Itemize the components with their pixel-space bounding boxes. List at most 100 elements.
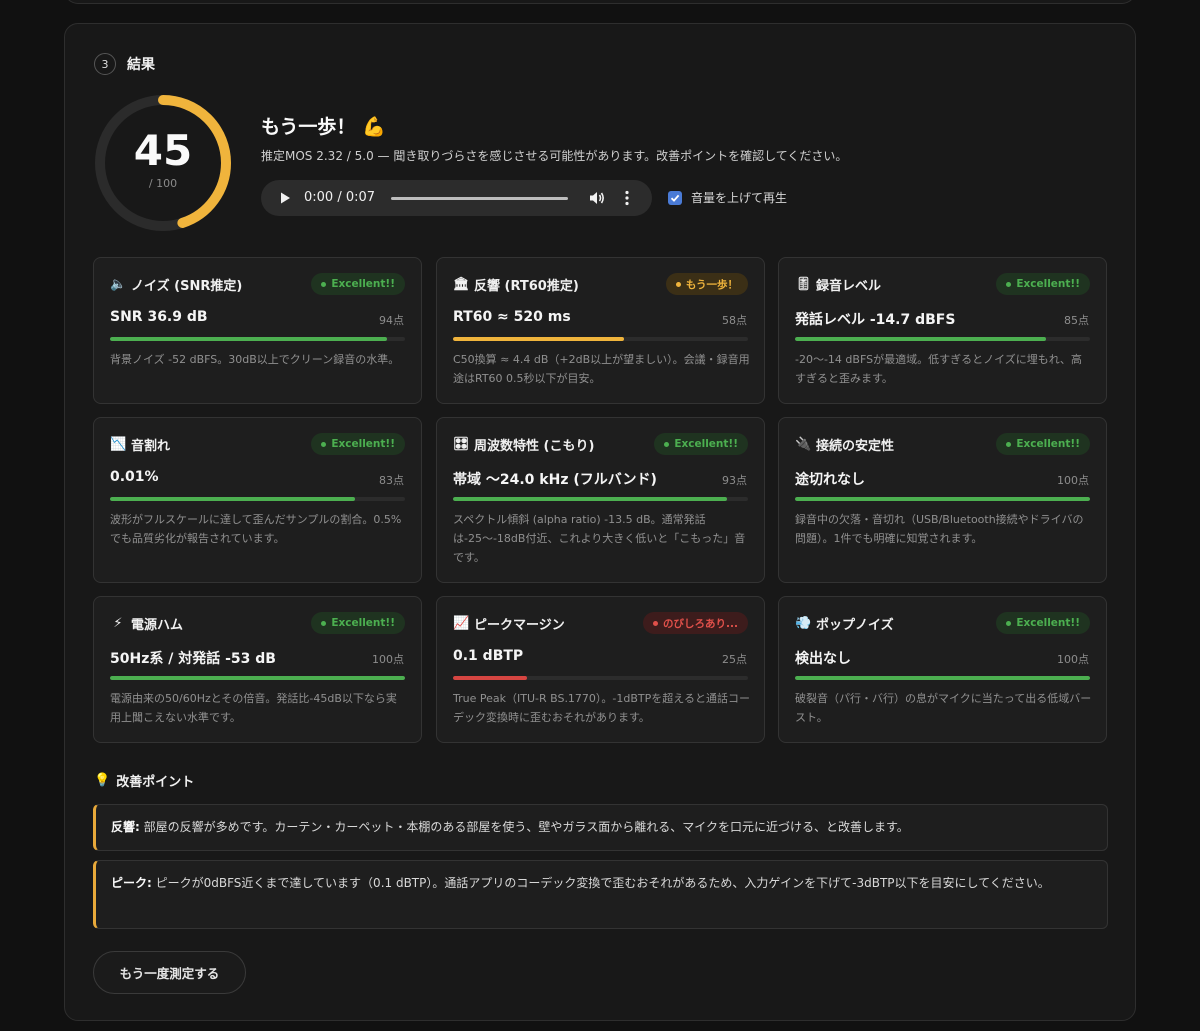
metric-score: 58点 (722, 314, 747, 327)
status-dot-icon (675, 281, 681, 287)
status-dot-icon (1006, 441, 1012, 447)
metric-progress-fill (453, 337, 625, 341)
metric-value: SNR 36.9 dB (110, 309, 208, 325)
metric-value: 発話レベル -14.7 dBFS (795, 312, 956, 328)
metric-score: 100点 (1057, 474, 1089, 487)
metric-value: 0.01% (110, 469, 159, 485)
metric-progress-fill (453, 676, 527, 680)
step-number: 3 (94, 53, 116, 75)
boost-volume-toggle[interactable]: 音量を上げて再生 (668, 189, 787, 206)
metric-title: 💨 ポップノイズ (795, 616, 894, 633)
metric-description: 波形がフルスケールに達して歪んだサンプルの割合。0.5%でも品質劣化が報告されて… (110, 513, 402, 545)
metric-card: 🎛 周波数特性 (こもり) Excellent!! 帯域 〜24.0 kHz (フルバ… (436, 417, 765, 583)
status-dot-icon (321, 441, 327, 447)
metric-card: 💨 ポップノイズ Excellent!! 検出なし 100点破裂音（パ行・バ行）の息がマ… (778, 596, 1107, 743)
metric-progress-bar (110, 497, 405, 501)
metric-badge: のびしろあり... (643, 612, 748, 634)
metric-progress-bar (795, 337, 1090, 341)
playback-time: 0:00 / 0:07 (304, 190, 376, 205)
metric-progress-fill (110, 676, 405, 680)
metric-icon: 📉 (110, 437, 127, 452)
metric-score: 100点 (372, 653, 404, 666)
boost-volume-checkbox[interactable] (668, 190, 682, 205)
metric-progress-bar (453, 337, 748, 341)
check-icon (670, 194, 680, 202)
boost-volume-label: 音量を上げて再生 (691, 191, 788, 205)
audio-player: 0:00 / 0:07 (261, 180, 652, 216)
metric-icon: ⚡ (113, 616, 123, 631)
score-gauge: 45 / 100 (93, 93, 233, 233)
metric-value: 検出なし (795, 651, 851, 667)
metric-value: 途切れなし (795, 472, 865, 488)
metric-score: 100点 (1057, 653, 1089, 666)
metric-title: 🏛 反響 (RT60推定) (453, 277, 579, 294)
score-value: 45 (133, 126, 193, 175)
metric-progress-fill (795, 676, 1090, 680)
metric-card: 🔌 接続の安定性 Excellent!! 途切れなし 100点録音中の欠落・音切れ（US… (778, 417, 1107, 583)
metric-title: 🔌 接続の安定性 (795, 437, 895, 454)
metric-progress-fill (795, 497, 1090, 501)
metric-description: 背景ノイズ -52 dBFS。30dB以上でクリーン録音の水準。 (110, 353, 400, 366)
metric-badge: もう一歩！ (665, 273, 748, 295)
metric-value: 50Hz系 / 対発話 -53 dB (110, 651, 276, 667)
metric-icon: 📈 (453, 616, 470, 631)
metric-badge: Excellent!! (654, 433, 748, 455)
metric-icon: 🔌 (795, 437, 812, 452)
metric-description: 録音中の欠落・音切れ（USB/Bluetooth接続やドライバの問題）。1件でも… (795, 513, 1084, 545)
metric-progress-fill (110, 497, 355, 501)
metric-icon: 🔈 (110, 277, 127, 292)
metric-progress-bar (795, 497, 1090, 501)
step-title: 結果 (127, 57, 155, 73)
metric-title: 📉 音割れ (110, 437, 171, 454)
metric-card: ⚡ 電源ハム Excellent!! 50Hz系 / 対発話 -53 dB 100点電源… (93, 596, 422, 743)
metric-progress-bar (110, 337, 405, 341)
metric-icon: 💨 (795, 616, 812, 631)
status-dot-icon (1006, 620, 1012, 626)
metric-card: 📉 音割れ Excellent!! 0.01% 83点 波形がフルスケールに達して歪んだサ… (93, 417, 422, 583)
seek-bar[interactable] (391, 197, 568, 200)
metric-score: 93点 (722, 474, 747, 487)
metric-title: 🎛 周波数特性 (こもり) (453, 437, 595, 454)
flexed-biceps-icon: 💪 (362, 116, 386, 138)
verdict-description: 推定MOS 2.32 / 5.0 — 聞き取りづらさを感じさせる可能性があります… (261, 149, 848, 163)
metric-progress-fill (453, 497, 728, 501)
improvements-heading: 💡 改善ポイント (94, 773, 195, 790)
metric-card: 🏛 反響 (RT60推定) もう一歩！ RT60 ≈ 520 ms 58点 C50換算 ≈… (436, 257, 765, 404)
metric-progress-bar (110, 676, 405, 680)
metric-card: 🔈 ノイズ (SNR推定) Excellent!! SNR 36.9 dB 94点 背景ノ… (93, 257, 422, 404)
metric-progress-fill (110, 337, 388, 341)
metric-score: 85点 (1064, 314, 1089, 327)
play-icon[interactable] (278, 191, 292, 205)
metric-description: 破裂音（パ行・バ行）の息がマイクに当たって出る低域バースト。 (795, 692, 1092, 724)
metric-badge: Excellent!! (311, 273, 405, 295)
metric-badge: Excellent!! (311, 612, 405, 634)
metric-title: 🎚 録音レベル (795, 277, 882, 294)
retry-measure-button[interactable]: もう一度測定する (93, 951, 246, 994)
more-options-icon[interactable] (623, 189, 631, 207)
status-dot-icon (1006, 281, 1012, 287)
score-max: / 100 (148, 177, 178, 190)
metric-description: 電源由来の50/60Hzとその倍音。発話比-45dB以下なら実用上聞こえない水準… (110, 692, 397, 724)
metric-badge: Excellent!! (996, 612, 1090, 634)
volume-icon[interactable] (588, 189, 606, 207)
metric-description: True Peak（ITU-R BS.1770）。-1dBTPを超えると通話コー… (453, 692, 750, 724)
metric-title: ⚡ 電源ハム (110, 614, 183, 633)
metric-card: 🎚 録音レベル Excellent!! 発話レベル -14.7 dBFS 85点 -20〜… (778, 257, 1107, 404)
metric-icon: 🎛 (453, 437, 470, 452)
previous-section-card (64, 0, 1136, 4)
metric-card: 📈 ピークマージン のびしろあり... 0.1 dBTP 25点 True Peak（IT… (436, 596, 765, 743)
tip-reverb: 反響: 部屋の反響が多めです。カーテン・カーペット・本棚のある部屋を使う、壁やガ… (93, 804, 1108, 851)
step-header: 3 結果 (94, 53, 155, 75)
metric-badge: Excellent!! (996, 273, 1090, 295)
metric-icon: 🏛 (453, 277, 470, 292)
metric-badge: Excellent!! (996, 433, 1090, 455)
metric-description: C50換算 ≈ 4.4 dB（+2dB以上が望ましい）。会議・録音用途はRT60… (453, 353, 750, 385)
status-dot-icon (664, 441, 670, 447)
metric-description: スペクトル傾斜 (alpha ratio) -13.5 dB。通常発話は-25〜… (453, 513, 746, 564)
tip-peak: ピーク: ピークが0dBFS近くまで達しています（0.1 dBTP）。通話アプリ… (93, 860, 1108, 929)
metric-progress-fill (795, 337, 1046, 341)
metric-value: 0.1 dBTP (453, 648, 524, 664)
verdict-title: もう一歩！ 💪 (261, 116, 386, 138)
metric-title: 📈 ピークマージン (453, 616, 565, 633)
status-dot-icon (321, 620, 327, 626)
